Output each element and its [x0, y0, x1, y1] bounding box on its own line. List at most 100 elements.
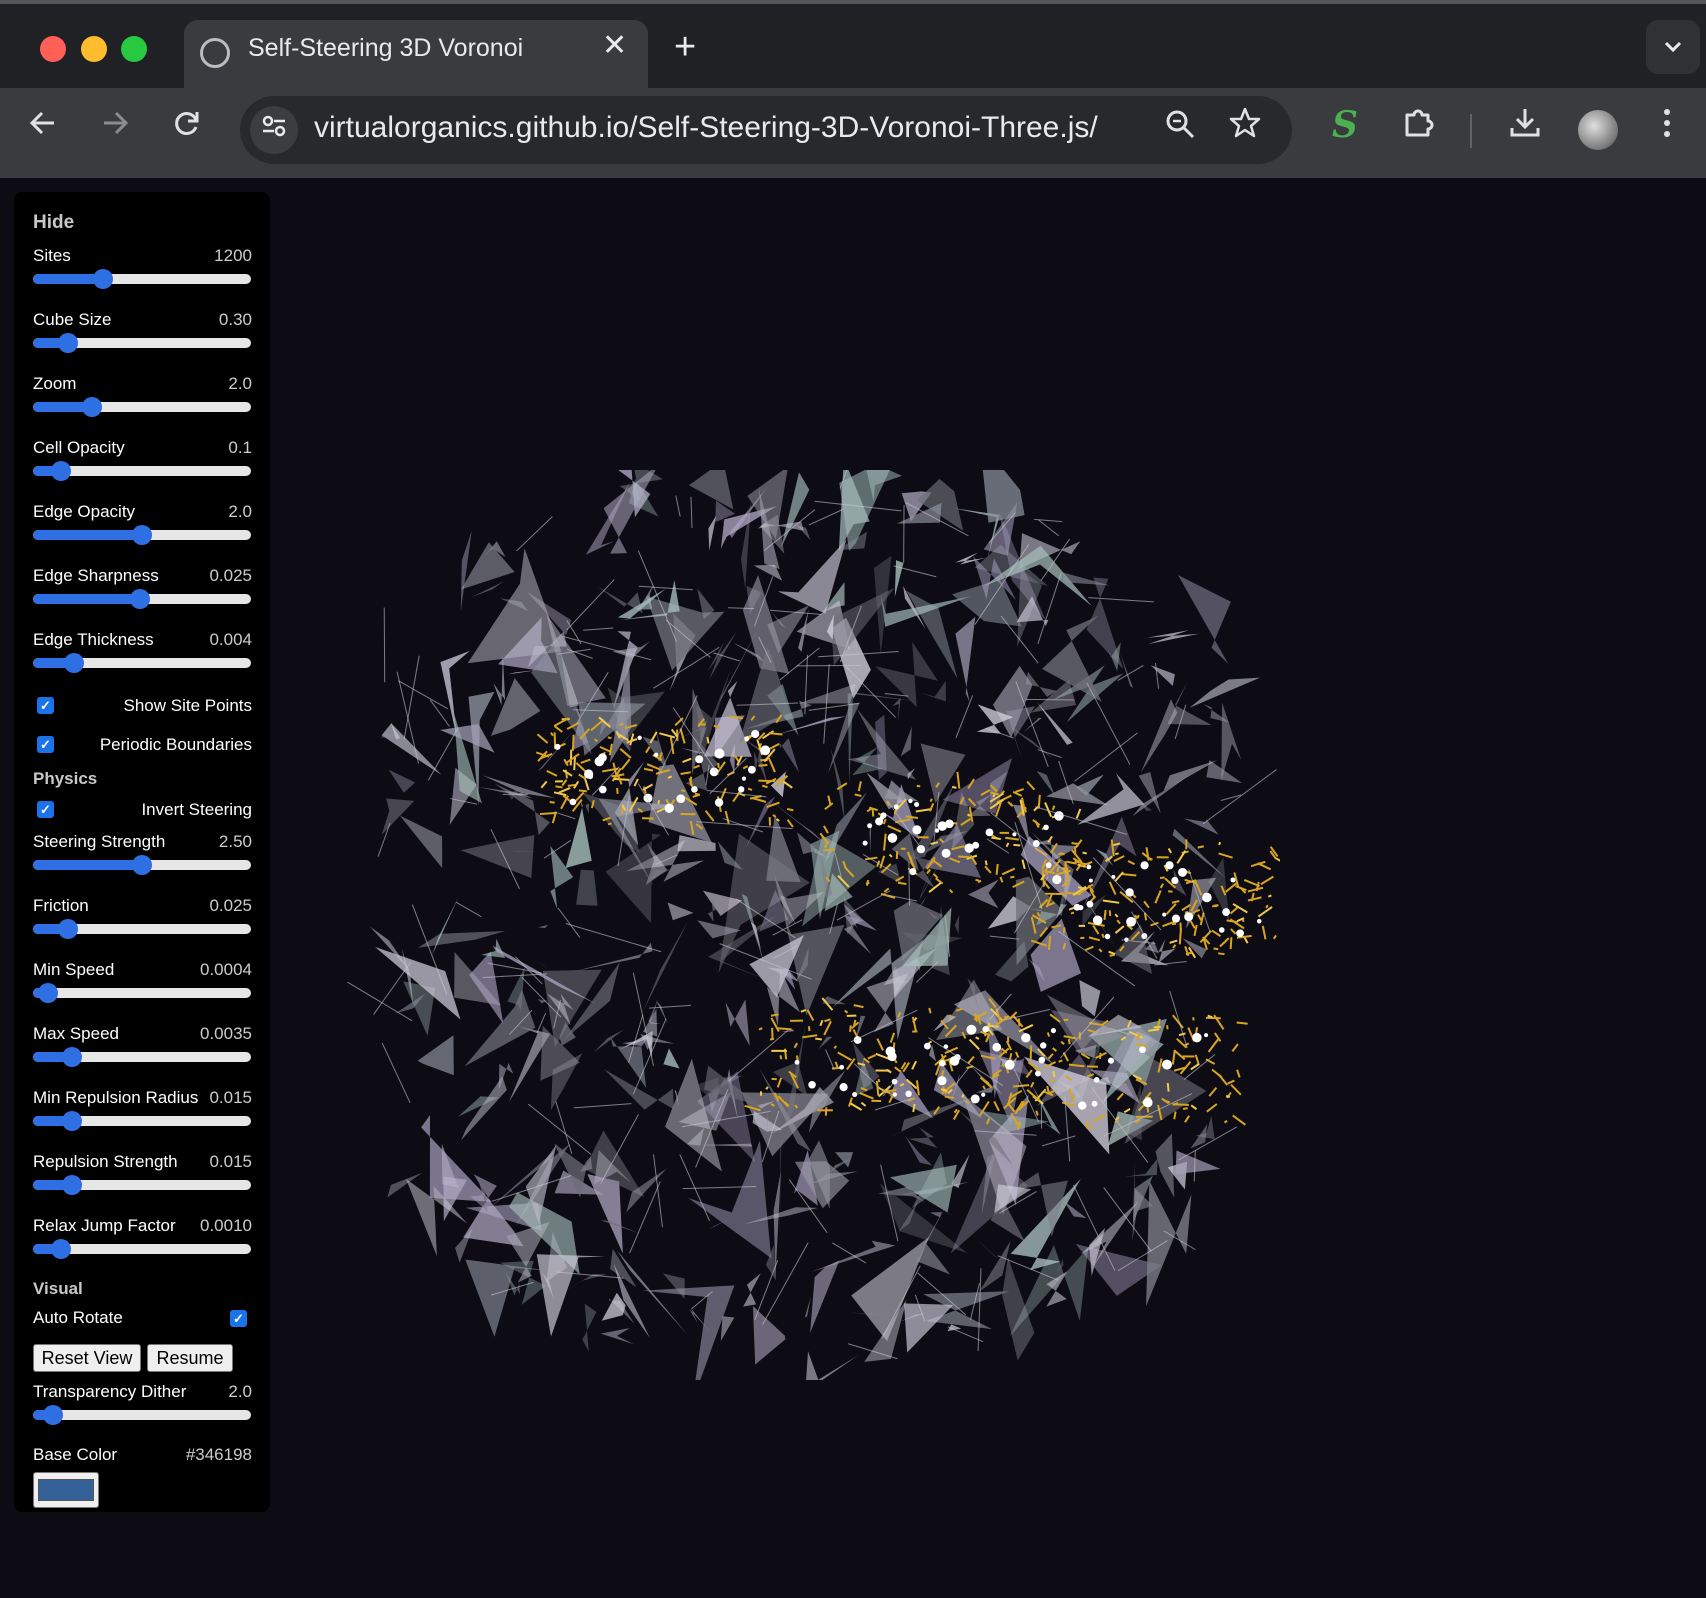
address-bar[interactable]: virtualorganics.github.io/Self-Steering-… — [240, 96, 1292, 164]
slider-control: Transparency Dither 2.0 — [33, 1382, 252, 1402]
range-slider[interactable] — [33, 919, 251, 939]
minimize-window-button[interactable] — [81, 36, 107, 62]
range-slider[interactable] — [33, 1405, 251, 1425]
range-slider[interactable] — [33, 1047, 251, 1067]
slider-thumb[interactable] — [62, 1175, 83, 1195]
range-slider[interactable] — [33, 1239, 251, 1259]
slider-label: Zoom — [33, 374, 77, 393]
zoom-button[interactable] — [1164, 108, 1196, 148]
edge-highlight — [793, 1042, 799, 1049]
edge-highlight — [849, 1025, 852, 1032]
edge-highlight — [1166, 1082, 1170, 1092]
url-text[interactable]: virtualorganics.github.io/Self-Steering-… — [314, 111, 1098, 145]
slider-thumb[interactable] — [42, 1405, 63, 1425]
voronoi-cell — [431, 896, 459, 956]
slider-value: 0.30 — [218, 310, 252, 329]
range-slider[interactable] — [33, 333, 251, 353]
tab-search-button[interactable] — [1646, 20, 1700, 74]
site-point — [1202, 892, 1212, 903]
reset-view-button[interactable]: Reset View — [33, 1344, 141, 1372]
bookmark-button[interactable] — [1228, 106, 1262, 149]
voronoi-edge — [1154, 662, 1160, 689]
tab-active[interactable]: Self-Steering 3D Voronoi ✕ — [184, 20, 648, 92]
slider-value: 0.015 — [209, 1088, 252, 1107]
slider-thumb[interactable] — [57, 333, 78, 353]
site-point — [981, 1092, 986, 1097]
edge-highlight — [704, 810, 715, 822]
range-slider[interactable] — [33, 1175, 251, 1195]
slider-thumb[interactable] — [132, 525, 152, 545]
slider-thumb[interactable] — [62, 1047, 83, 1067]
slider-thumb[interactable] — [51, 1239, 72, 1259]
voronoi-cell — [743, 1273, 761, 1307]
site-point — [893, 804, 899, 810]
slider-thumb[interactable] — [92, 269, 113, 289]
range-slider[interactable] — [33, 461, 251, 481]
slider-thumb[interactable] — [62, 1111, 83, 1131]
reload-button[interactable] — [172, 108, 202, 146]
profile-avatar[interactable] — [1578, 110, 1618, 150]
extension-s-icon[interactable]: S — [1332, 104, 1358, 146]
edge-highlight — [680, 771, 691, 775]
range-slider[interactable] — [33, 983, 251, 1003]
edge-highlight — [620, 758, 631, 771]
voronoi-cell — [601, 1292, 626, 1321]
forward-button[interactable] — [100, 108, 130, 146]
edge-highlight — [1065, 881, 1069, 886]
edge-highlight — [1207, 1038, 1219, 1053]
edge-highlight — [1088, 936, 1101, 942]
new-tab-button[interactable]: + — [674, 26, 696, 69]
site-point — [1192, 1032, 1202, 1043]
slider-thumb[interactable] — [81, 397, 102, 417]
voronoi-cell — [1184, 818, 1219, 835]
voronoi-edge — [565, 923, 662, 953]
maximize-window-button[interactable] — [121, 36, 147, 62]
edge-highlight — [883, 833, 887, 851]
site-point — [594, 756, 605, 767]
voronoi-cell — [708, 515, 717, 551]
hide-panel-button[interactable]: Hide — [33, 212, 74, 234]
slider-thumb[interactable] — [38, 983, 59, 1003]
checkbox[interactable]: ✓ — [37, 736, 54, 753]
range-slider[interactable] — [33, 1111, 251, 1131]
range-slider[interactable] — [33, 269, 251, 289]
base-color-picker[interactable] — [33, 1472, 99, 1508]
edge-highlight — [1046, 1032, 1051, 1037]
range-slider[interactable] — [33, 589, 251, 609]
slider-thumb[interactable] — [51, 461, 72, 481]
slider-thumb[interactable] — [57, 919, 78, 939]
site-info-icon[interactable] — [250, 106, 298, 154]
checkbox[interactable]: ✓ — [37, 697, 54, 714]
edge-highlight — [770, 1013, 779, 1017]
menu-button[interactable] — [1660, 106, 1674, 149]
site-point — [676, 794, 686, 804]
range-slider[interactable] — [33, 525, 251, 545]
edge-highlight — [951, 785, 957, 789]
voronoi-cell — [894, 560, 904, 597]
slider-thumb[interactable] — [132, 855, 152, 875]
star-icon — [1229, 107, 1261, 138]
close-tab-icon[interactable]: ✕ — [602, 28, 627, 63]
downloads-button[interactable] — [1508, 106, 1542, 149]
edge-highlight — [1115, 852, 1119, 856]
slider-thumb[interactable] — [64, 653, 85, 673]
voronoi-cell — [1221, 702, 1242, 782]
edge-highlight — [724, 810, 730, 824]
range-slider[interactable] — [33, 397, 251, 417]
checkbox[interactable]: ✓ — [37, 801, 54, 818]
edge-highlight — [693, 764, 700, 769]
slider-thumb[interactable] — [129, 589, 150, 609]
extensions-button[interactable] — [1402, 106, 1436, 149]
site-point — [1184, 912, 1194, 922]
slider-fill — [33, 860, 142, 870]
auto-rotate-checkbox[interactable]: ✓ — [230, 1310, 247, 1327]
resume-button[interactable]: Resume — [147, 1344, 233, 1372]
edge-highlight — [646, 763, 661, 771]
range-slider[interactable] — [33, 855, 251, 875]
back-button[interactable] — [28, 108, 58, 146]
range-slider[interactable] — [33, 653, 251, 673]
close-window-button[interactable] — [40, 36, 66, 62]
edge-highlight — [553, 717, 570, 727]
edge-highlight — [1207, 1014, 1213, 1019]
edge-highlight — [800, 1009, 807, 1013]
